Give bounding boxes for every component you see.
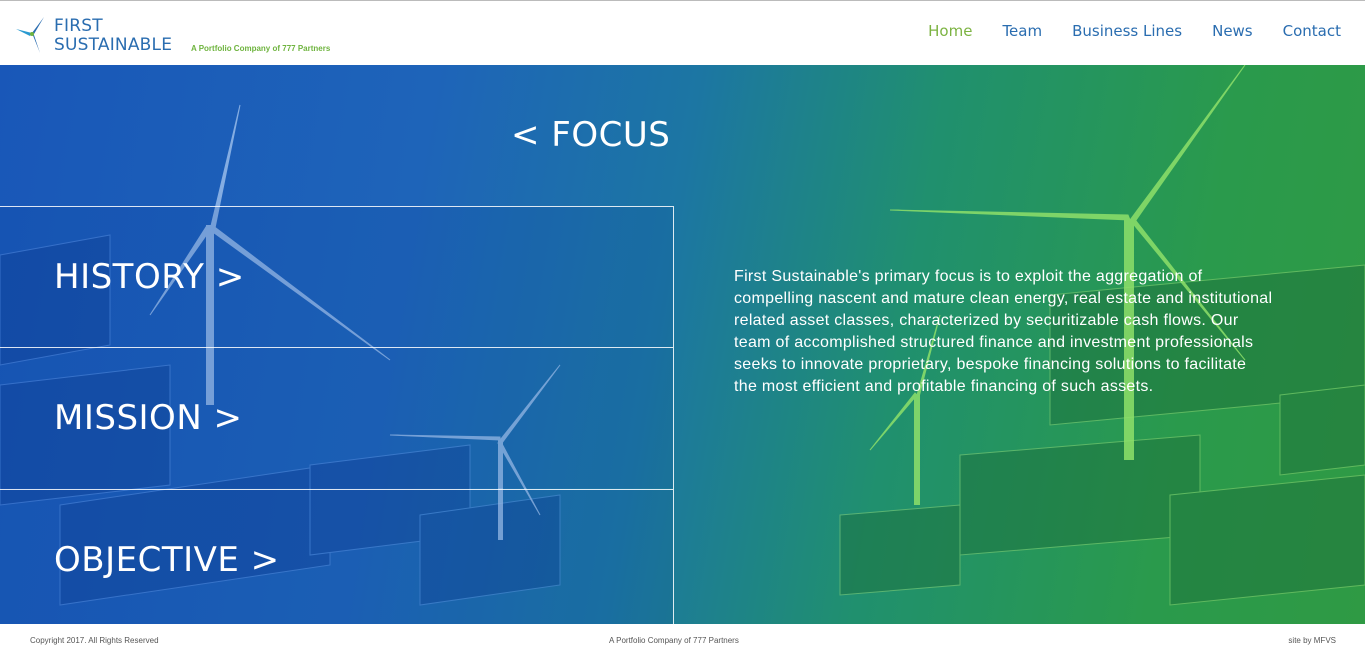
footer-tagline: A Portfolio Company of 777 Partners bbox=[609, 636, 739, 645]
nav-contact[interactable]: Contact bbox=[1283, 22, 1341, 40]
logo[interactable]: FIRST SUSTAINABLE A Portfolio Company of… bbox=[14, 13, 354, 57]
wind-turbine-icon bbox=[16, 17, 44, 53]
hero-section: < FOCUS HISTORY > MISSION > OBJECTIVE > … bbox=[0, 65, 1365, 624]
menu-item-history[interactable]: HISTORY > bbox=[0, 206, 673, 347]
logo-text-first: FIRST bbox=[54, 16, 103, 36]
menu-item-label: MISSION > bbox=[54, 398, 243, 438]
logo-tagline: A Portfolio Company of 777 Partners bbox=[191, 44, 331, 53]
logo-text-sustainable: SUSTAINABLE bbox=[54, 35, 173, 55]
main-nav: Home Team Business Lines News Contact bbox=[898, 22, 1341, 40]
nav-news[interactable]: News bbox=[1212, 22, 1253, 40]
site-header: FIRST SUSTAINABLE A Portfolio Company of… bbox=[0, 0, 1365, 65]
nav-business-lines[interactable]: Business Lines bbox=[1072, 22, 1182, 40]
menu-item-label: OBJECTIVE > bbox=[54, 540, 280, 580]
menu-item-objective[interactable]: OBJECTIVE > bbox=[0, 489, 673, 624]
site-footer: Copyright 2017. All Rights Reserved A Po… bbox=[0, 624, 1365, 661]
copyright-text: Copyright 2017. All Rights Reserved bbox=[30, 636, 159, 645]
focus-description: First Sustainable's primary focus is to … bbox=[734, 268, 1273, 395]
site-credit-link[interactable]: site by MFVS bbox=[1288, 636, 1336, 645]
menu-item-mission[interactable]: MISSION > bbox=[0, 347, 673, 488]
nav-home[interactable]: Home bbox=[928, 22, 972, 40]
menu-item-label: HISTORY > bbox=[54, 257, 245, 297]
focus-back-link[interactable]: < FOCUS bbox=[511, 115, 670, 155]
nav-team[interactable]: Team bbox=[1002, 22, 1042, 40]
focus-menu: HISTORY > MISSION > OBJECTIVE > bbox=[0, 206, 674, 624]
